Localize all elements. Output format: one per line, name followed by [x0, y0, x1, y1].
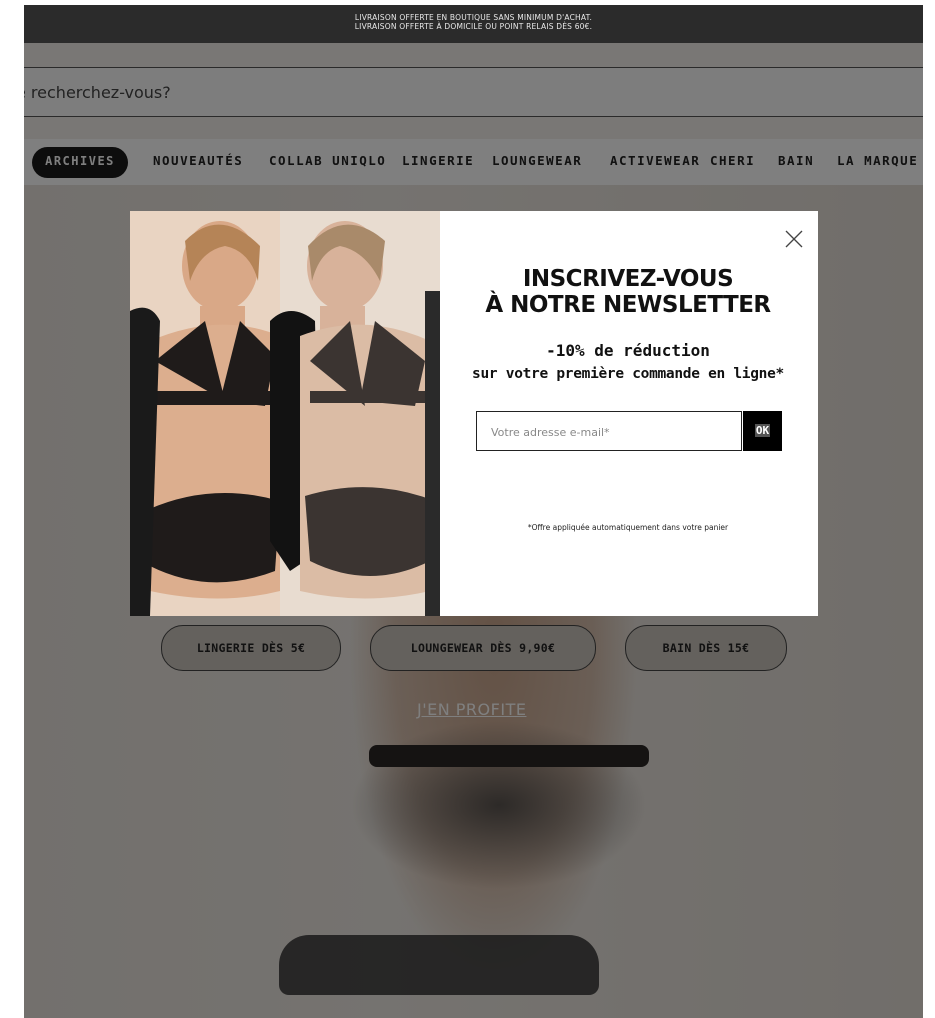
close-icon[interactable]: [784, 229, 804, 249]
discount-headline: -10% de réduction: [546, 341, 710, 360]
submit-button-label: OK: [754, 424, 771, 437]
newsletter-title-line2: À NOTRE NEWSLETTER: [485, 292, 771, 318]
newsletter-title-line1: INSCRIVEZ-VOUS: [522, 266, 734, 292]
model-photo-illustration: [130, 211, 440, 616]
offer-note: *Offre appliquée automatiquement dans vo…: [527, 523, 729, 532]
newsletter-image: [130, 211, 440, 616]
newsletter-title: INSCRIVEZ-VOUS À NOTRE NEWSLETTER: [468, 266, 788, 318]
email-field-wrapper: [476, 411, 742, 452]
newsletter-modal: INSCRIVEZ-VOUS À NOTRE NEWSLETTER -10% d…: [130, 211, 818, 616]
email-field[interactable]: [489, 412, 733, 452]
shipping-banner-line2: LIVRAISON OFFERTE À DOMICILE OU POINT RE…: [354, 22, 593, 31]
shipping-banner-line1: LIVRAISON OFFERTE EN BOUTIQUE SANS MINIM…: [354, 13, 593, 22]
discount-detail: sur votre première commande en ligne*: [472, 366, 784, 382]
submit-button[interactable]: OK: [743, 411, 782, 451]
shipping-banner: LIVRAISON OFFERTE EN BOUTIQUE SANS MINIM…: [24, 5, 923, 43]
